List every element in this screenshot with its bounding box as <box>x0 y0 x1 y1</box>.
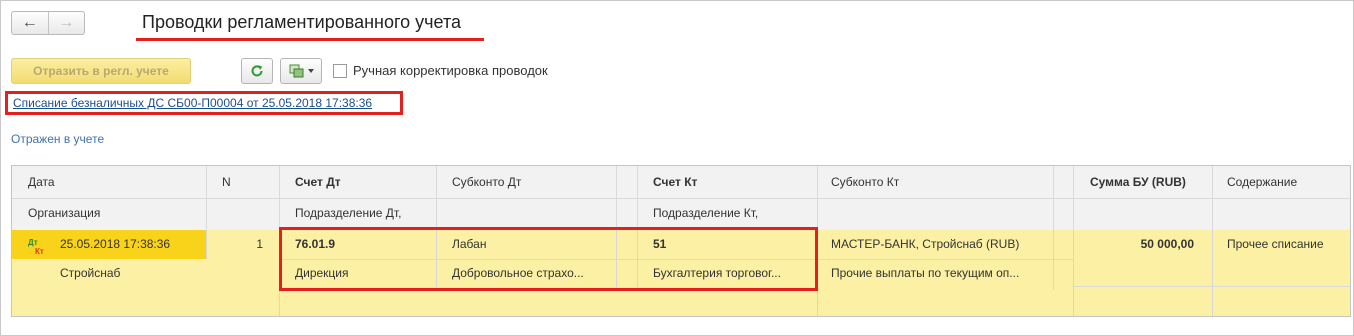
navigation-buttons: ← → <box>11 11 85 35</box>
post-to-accounting-button[interactable]: Отразить в регл. учете <box>11 58 191 84</box>
cell-n[interactable]: 1 <box>212 237 263 251</box>
document-link-highlight <box>5 91 403 115</box>
title-highlight-underline <box>136 38 484 41</box>
column-header-debit-account[interactable]: Счет Дт <box>295 175 341 189</box>
table-header: Дата N Счет Дт Субконто Дт Счет Кт Субко… <box>12 166 1350 231</box>
column-header-credit-division[interactable]: Подразделение Кт, <box>653 206 758 220</box>
column-header-credit-account[interactable]: Счет Кт <box>653 175 697 189</box>
column-header-content[interactable]: Содержание <box>1227 175 1297 189</box>
chevron-down-icon <box>307 69 314 73</box>
cell-credit-subconto-2[interactable]: Прочие выплаты по текущим оп... <box>831 266 1019 280</box>
cell-amount[interactable]: 50 000,00 <box>1078 237 1194 251</box>
column-header-n[interactable]: N <box>222 175 231 189</box>
column-header-debit-subconto[interactable]: Субконто Дт <box>452 175 521 189</box>
page-title: Проводки регламентированного учета <box>142 12 462 32</box>
column-header-date[interactable]: Дата <box>28 175 55 189</box>
posting-type-icon: Дт Кт <box>28 238 44 256</box>
manual-correction-checkbox[interactable] <box>333 64 347 78</box>
header-divider <box>12 198 1350 199</box>
column-header-amount[interactable]: Сумма БУ (RUB) <box>1090 175 1186 189</box>
posting-status-link[interactable]: Отражен в учете <box>11 132 104 146</box>
column-header-credit-subconto[interactable]: Субконто Кт <box>831 175 899 189</box>
cell-content[interactable]: Прочее списание <box>1227 237 1324 251</box>
column-header-organization[interactable]: Организация <box>28 206 100 220</box>
manual-correction-label[interactable]: Ручная корректировка проводок <box>353 63 548 78</box>
refresh-button[interactable] <box>241 58 273 84</box>
cell-organization[interactable]: Стройснаб <box>60 266 120 280</box>
forward-button[interactable]: → <box>49 12 85 34</box>
copy-dropdown-button[interactable] <box>280 58 322 84</box>
copy-icon <box>289 64 303 78</box>
cell-date[interactable]: 25.05.2018 17:38:36 <box>60 237 170 251</box>
column-header-debit-division[interactable]: Подразделение Дт, <box>295 206 401 220</box>
accounts-highlight-box <box>279 227 818 291</box>
back-button[interactable]: ← <box>12 12 49 34</box>
refresh-icon <box>251 65 263 77</box>
cell-credit-subconto[interactable]: МАСТЕР-БАНК, Стройснаб (RUB) <box>831 237 1019 251</box>
